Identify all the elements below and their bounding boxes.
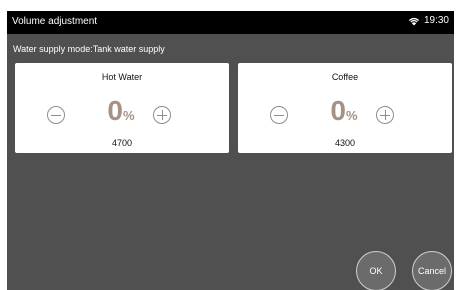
percent-display: 0% [311, 96, 377, 126]
cancel-button[interactable]: Cancel [412, 251, 452, 290]
card-title: Coffee [331, 72, 359, 82]
plus-button[interactable] [376, 106, 394, 124]
hot-water-card: Hot Water 0% 4700 [15, 63, 229, 153]
device-screen: Volume adjustment 19:30 Water supply mod… [7, 11, 454, 290]
minus-icon [274, 114, 284, 116]
minus-icon [51, 114, 61, 116]
water-supply-mode: Water supply mode:Tank water supply [13, 44, 165, 54]
clock: 19:30 [423, 15, 449, 26]
volume-value: 4300 [334, 138, 356, 148]
minus-button[interactable] [47, 106, 65, 124]
percent-unit: % [346, 108, 358, 123]
percent-value: 0 [330, 95, 346, 126]
status-right: 19:30 [408, 15, 449, 26]
percent-value: 0 [107, 95, 123, 126]
percent-display: 0% [88, 96, 154, 126]
card-title: Hot Water [101, 72, 143, 82]
status-bar: Volume adjustment 19:30 [7, 11, 454, 34]
plus-button[interactable] [153, 106, 171, 124]
volume-value: 4700 [111, 138, 133, 148]
minus-button[interactable] [270, 106, 288, 124]
ok-button[interactable]: OK [356, 251, 396, 290]
wifi-icon [408, 17, 420, 25]
coffee-card: Coffee 0% 4300 [238, 63, 452, 153]
window-title: Volume adjustment [12, 16, 98, 27]
percent-unit: % [123, 108, 135, 123]
